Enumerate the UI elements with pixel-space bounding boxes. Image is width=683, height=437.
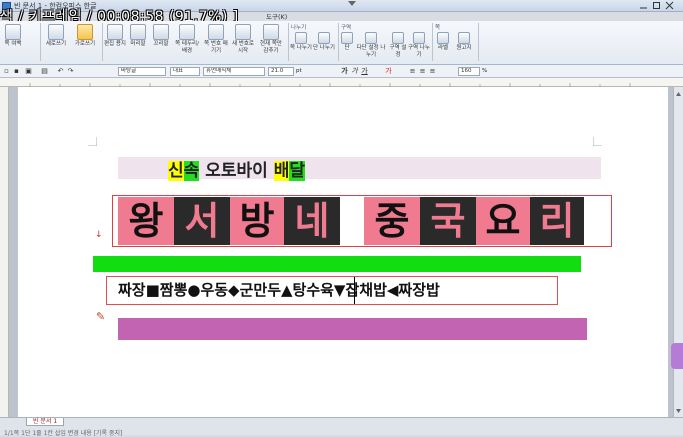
ribbon-collapse-icon[interactable] — [347, 0, 357, 8]
scroll-up-icon[interactable] — [675, 91, 682, 98]
subtitle-char: 신 — [168, 161, 184, 181]
ribbon-button-page-break[interactable]: 쪽 나누기 — [289, 32, 313, 52]
zoom-unit: % — [482, 68, 488, 74]
title-char: 방 — [230, 197, 284, 245]
ribbon: 쪽 여백 세로쓰기 가로쓰기 편집 용지 머리말 꼬리말 쪽 테두리/배경 쪽 … — [0, 21, 683, 65]
italic-button[interactable]: 가 — [350, 67, 359, 76]
multi-column-icon — [365, 32, 377, 44]
subtitle-char: 달 — [289, 161, 305, 181]
tools-menu-tab[interactable]: 도구(K) — [266, 11, 287, 21]
font-size-unit: pt — [296, 68, 302, 74]
align-right-icon[interactable]: ≡ — [428, 67, 437, 76]
horizontal-writing-icon — [77, 24, 93, 40]
ribbon-button-section-break[interactable]: 구역 나누기 — [408, 32, 430, 59]
column-icon — [341, 32, 353, 44]
ribbon-button-new-number[interactable]: 새 번호로 시작 — [230, 24, 256, 55]
page-number-icon — [208, 24, 224, 40]
group-label-break: 나누기 — [291, 25, 307, 31]
ribbon-button-horizontal[interactable]: 가로쓰기 — [72, 24, 98, 48]
title-char: 중 — [364, 197, 420, 245]
font-color-icon[interactable]: 가 — [384, 67, 393, 76]
subtitle-char: 속 — [183, 161, 200, 181]
maximize-icon[interactable] — [652, 1, 661, 10]
ribbon-button-section-setup[interactable]: 구역 설정 — [388, 32, 408, 59]
title-char: 네 — [284, 197, 340, 245]
undo-icon[interactable]: ↶ — [56, 67, 65, 76]
ribbon-button-multi-column[interactable]: 다단 설정 나누기 — [356, 32, 386, 59]
page-break-icon — [295, 32, 307, 44]
ribbon-button-hide[interactable]: 현재 쪽만 감추기 — [257, 24, 285, 55]
subtitle-char: 오토바이 — [199, 161, 274, 181]
hide-page-icon — [263, 24, 279, 40]
title-char: 왕 — [118, 197, 174, 245]
group-separator — [478, 23, 479, 61]
underline-button[interactable]: 가 — [360, 67, 369, 76]
align-center-icon[interactable]: ≡ — [418, 67, 427, 76]
ribbon-button-manuscript[interactable]: 원고지 — [453, 32, 475, 52]
document-tab[interactable]: 빈 문서 1 — [26, 418, 65, 426]
column-break-icon — [318, 32, 330, 44]
group-separator — [40, 23, 41, 61]
title-char: 국 — [420, 197, 476, 245]
title-char: 리 — [530, 197, 584, 245]
print-icon[interactable]: ▤ — [40, 67, 49, 76]
vertical-writing-icon — [48, 24, 64, 40]
side-panel-handle[interactable] — [671, 343, 683, 369]
redo-icon[interactable]: ↷ — [66, 67, 75, 76]
label-icon — [437, 32, 449, 44]
bold-button[interactable]: 가 — [340, 67, 349, 76]
save-icon[interactable]: ▣ — [24, 67, 33, 76]
ribbon-button-page-number[interactable]: 쪽 번호 매기기 — [203, 24, 229, 55]
footer-icon — [153, 24, 169, 40]
group-label-section: 구역 — [341, 25, 352, 31]
title-char: 요 — [476, 197, 530, 245]
section-setup-icon — [392, 32, 404, 44]
style-select[interactable]: 바탕글 — [118, 67, 166, 76]
format-toolbar: ▫ ▪ ▣ ▤ ↶ ↷ 바탕글 대표 휴먼매직체 21.0 pt 가 가 가 가… — [0, 65, 683, 78]
ribbon-button-column-break[interactable]: 단 나누기 — [313, 32, 335, 52]
ribbon-button-column[interactable]: 단 — [339, 32, 355, 52]
font-select[interactable]: 휴먼매직체 — [203, 67, 265, 76]
font-size-input[interactable]: 21.0 — [268, 67, 294, 76]
ribbon-button-margin[interactable]: 쪽 여백 — [2, 24, 24, 48]
pen-icon: ✎ — [96, 310, 106, 323]
new-number-icon — [235, 24, 251, 40]
open-folder-icon[interactable]: ▪ — [12, 67, 21, 76]
title-char: 서 — [174, 197, 230, 245]
language-select[interactable]: 대표 — [170, 67, 200, 76]
purple-bar — [118, 318, 587, 340]
subtitle-char: 배 — [273, 161, 290, 181]
ribbon-button-border[interactable]: 쪽 테두리/배경 — [173, 24, 201, 55]
zoom-input[interactable]: 160 — [458, 67, 480, 76]
horizontal-ruler[interactable] — [0, 78, 683, 87]
page-border-icon — [179, 24, 195, 40]
ribbon-button-paper[interactable]: 편집 용지 — [104, 24, 126, 48]
align-left-icon[interactable]: ≡ — [408, 67, 417, 76]
close-icon[interactable] — [665, 1, 674, 10]
paper-icon — [107, 24, 123, 40]
group-separator — [102, 23, 103, 61]
menu-line[interactable]: 짜장■짬뽕●우동◆군만두▲탕수육▼잡채밥◀짜장밥 — [118, 279, 440, 300]
ribbon-button-header[interactable]: 머리말 — [127, 24, 149, 48]
document-page[interactable] — [18, 87, 668, 417]
status-info: 1/1쪽 1단 1줄 1칸 삽입 변경 내용 [기록 중지] — [4, 430, 123, 437]
section-break-icon — [413, 32, 425, 44]
ribbon-button-footer[interactable]: 꼬리말 — [150, 24, 172, 48]
group-label-page: 쪽 — [435, 25, 441, 31]
minimize-icon[interactable] — [639, 1, 648, 10]
ribbon-button-label[interactable]: 라벨 — [433, 32, 453, 52]
new-doc-icon[interactable]: ▫ — [2, 67, 11, 76]
vertical-ruler[interactable] — [0, 87, 9, 417]
text-cursor — [354, 277, 355, 304]
scroll-down-icon[interactable] — [675, 407, 682, 414]
page-margin-icon — [5, 24, 21, 40]
subtitle-text[interactable]: 신속 오토바이 배달 — [168, 156, 305, 181]
manuscript-icon — [458, 32, 470, 44]
header-icon — [130, 24, 146, 40]
ribbon-button-vertical[interactable]: 세로쓰기 — [44, 24, 68, 48]
green-bar — [93, 256, 581, 272]
paragraph-mark-icon: ↓ — [95, 230, 103, 240]
